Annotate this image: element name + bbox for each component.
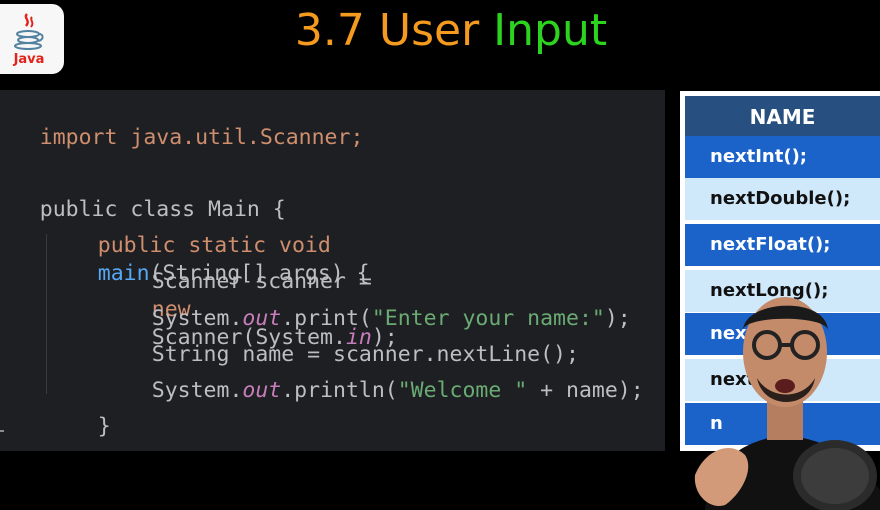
table-row: nextDouble(); bbox=[685, 178, 880, 220]
code-line-close: } bbox=[46, 385, 111, 451]
code-token: "Welcome " bbox=[397, 378, 528, 403]
code-token: System. bbox=[151, 378, 243, 403]
code-token: ); bbox=[604, 306, 631, 331]
microphone-image bbox=[793, 440, 877, 510]
code-token: out bbox=[242, 378, 282, 403]
code-token: } bbox=[97, 414, 111, 439]
code-token: .println( bbox=[281, 378, 398, 403]
code-token: import java.util.Scanner; bbox=[39, 125, 364, 150]
code-panel: import java.util.Scanner; public class M… bbox=[0, 90, 665, 451]
slide-title: 3.7 User Input bbox=[0, 0, 880, 62]
text-cursor bbox=[0, 430, 4, 432]
table-row: nextInt(); bbox=[685, 136, 880, 178]
title-number: 3.7 User bbox=[294, 5, 480, 56]
code-token: + name); bbox=[527, 378, 644, 403]
table-header: NAME bbox=[685, 96, 880, 139]
table-row: nextFloat(); bbox=[685, 224, 880, 266]
code-line-println: System.out.println("Welcome " + name); bbox=[100, 349, 644, 433]
title-highlight: Input bbox=[493, 5, 608, 56]
